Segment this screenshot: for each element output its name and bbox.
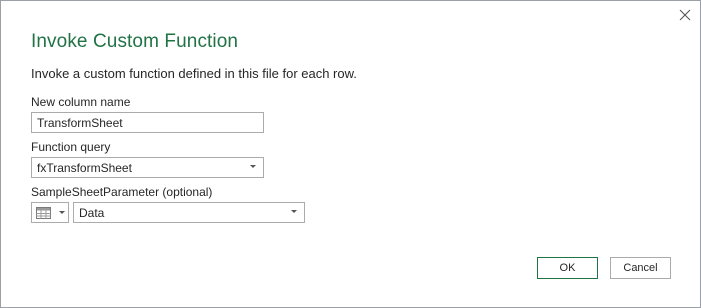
dialog-description: Invoke a custom function defined in this… [31,66,357,81]
new-column-name-label: New column name [31,95,131,109]
dialog-title: Invoke Custom Function [31,31,239,52]
chevron-down-icon [250,165,256,168]
chevron-down-icon [59,211,65,214]
ok-button[interactable]: OK [537,257,598,279]
chevron-down-icon [291,210,297,213]
close-icon [679,9,691,21]
function-query-select[interactable]: fxTransformSheet [31,157,264,178]
function-query-label: Function query [31,140,111,154]
cancel-button[interactable]: Cancel [610,257,671,279]
parameter-type-button[interactable] [31,202,69,223]
parameter-value-select[interactable]: Data [73,202,305,223]
sample-sheet-parameter-label: SampleSheetParameter (optional) [31,185,213,199]
parameter-selected-value: Data [79,206,105,220]
new-column-name-input[interactable] [31,112,264,133]
table-icon [36,207,51,219]
close-button[interactable] [676,6,694,24]
function-query-selected-value: fxTransformSheet [37,161,132,175]
invoke-custom-function-dialog: Invoke Custom Function Invoke a custom f… [0,0,701,308]
